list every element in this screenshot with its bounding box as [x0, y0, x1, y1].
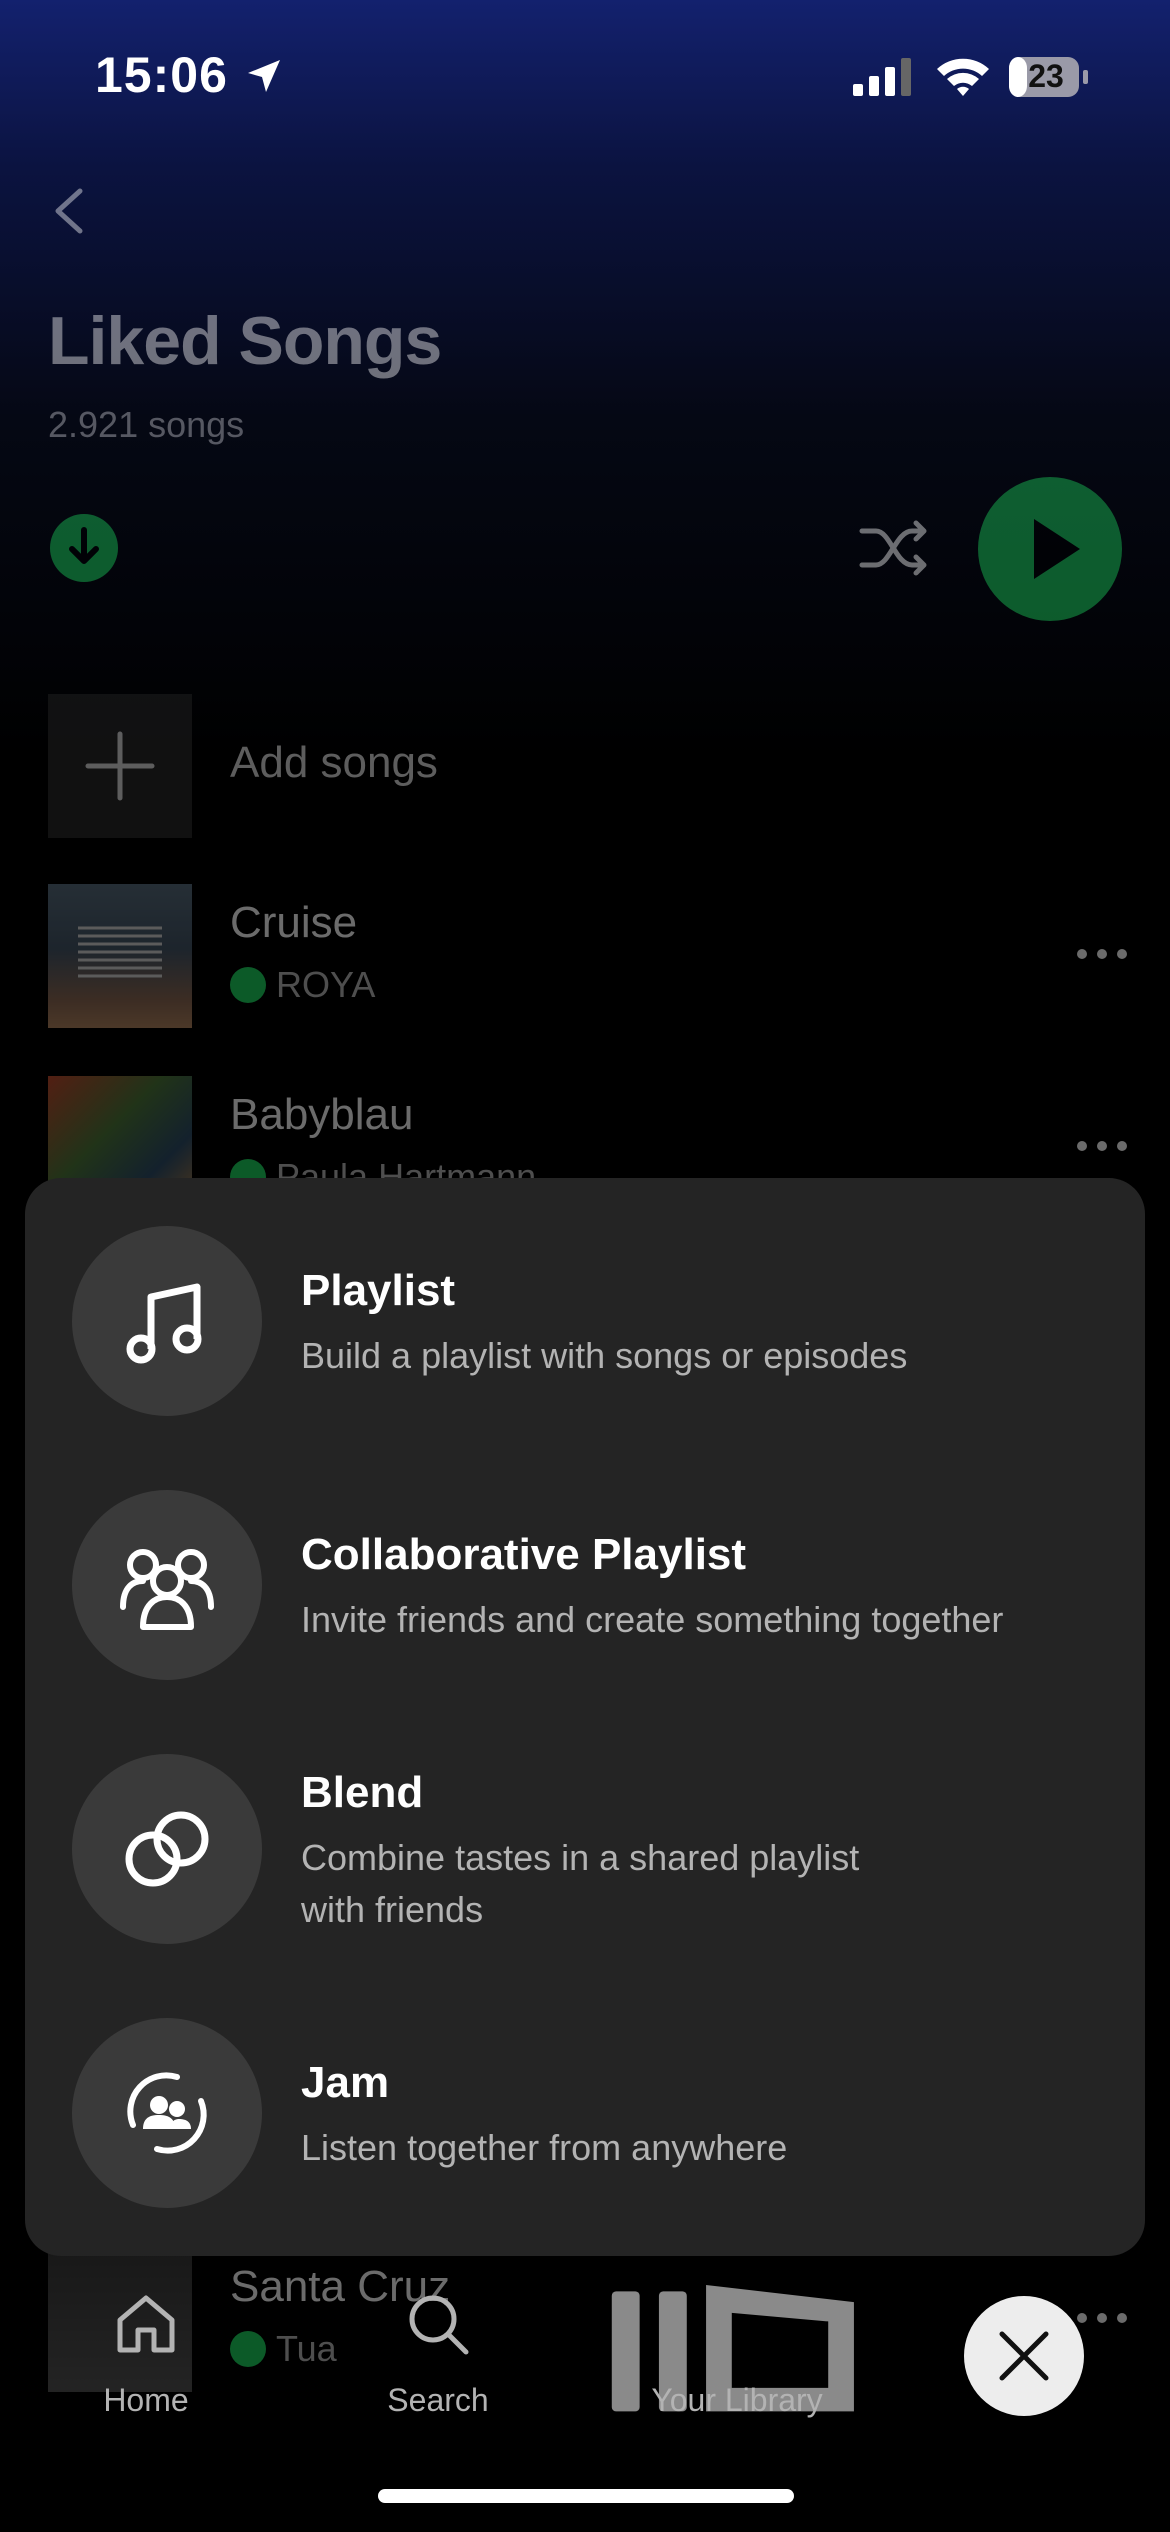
- option-description: Combine tastes in a shared playlist with…: [301, 1832, 1121, 1936]
- blend-icon: [125, 1811, 209, 1887]
- wifi-icon: [937, 58, 989, 96]
- more-options-icon[interactable]: [1076, 1140, 1128, 1152]
- collaborators-icon: [120, 1549, 214, 1630]
- battery-level: 23: [1028, 58, 1064, 94]
- option-title: Jam: [301, 2058, 390, 2107]
- track-artist: ROYA: [230, 964, 375, 1006]
- tab-your-library[interactable]: Your Library: [611, 2270, 854, 2440]
- album-art-graphic: [78, 926, 162, 978]
- track-title: Babyblau: [230, 1090, 414, 1139]
- option-description: Build a playlist with songs or episodes: [301, 1335, 908, 1376]
- play-icon: [1034, 519, 1080, 579]
- more-options-icon[interactable]: [1076, 948, 1128, 960]
- option-blend[interactable]: Blend Combine tastes in a shared playlis…: [25, 1754, 1145, 1944]
- option-description: Listen together from anywhere: [301, 2127, 788, 2168]
- option-playlist[interactable]: Playlist Build a playlist with songs or …: [25, 1226, 1145, 1416]
- add-songs-tile: [48, 694, 192, 838]
- track-title: Cruise: [230, 898, 358, 947]
- page-title: Liked Songs: [48, 303, 442, 379]
- home-indicator: [378, 2489, 794, 2503]
- tab-search[interactable]: Search: [328, 2270, 548, 2440]
- option-title: Blend: [301, 1768, 424, 1817]
- close-button[interactable]: [964, 2296, 1084, 2416]
- home-icon: [117, 2295, 175, 2353]
- location-arrow-icon: [248, 60, 280, 92]
- status-bar: 15:06 23: [0, 0, 1170, 150]
- status-time: 15:06: [95, 47, 228, 103]
- album-art: [48, 884, 192, 1028]
- playlist-icon-circle: [72, 1226, 262, 1416]
- add-songs-label: Add songs: [230, 738, 438, 787]
- play-button[interactable]: [978, 477, 1122, 621]
- option-description-line: with friends: [301, 1889, 484, 1930]
- option-description-line: Combine tastes in a shared playlist: [301, 1837, 860, 1878]
- track-row[interactable]: Cruise ROYA: [48, 884, 1128, 1028]
- jam-icon: [127, 2072, 207, 2154]
- music-note-icon: [126, 1283, 202, 1364]
- download-icon: [69, 527, 99, 564]
- option-collaborative-playlist[interactable]: Collaborative Playlist Invite friends an…: [25, 1490, 1145, 1680]
- plus-icon: [85, 731, 155, 801]
- shuffle-icon[interactable]: [858, 515, 930, 581]
- option-title: Collaborative Playlist: [301, 1530, 747, 1579]
- blend-icon-circle: [72, 1754, 262, 1944]
- tab-label: Home: [103, 2382, 189, 2418]
- option-title: Playlist: [301, 1266, 456, 1315]
- add-songs-row[interactable]: Add songs: [48, 694, 1128, 838]
- track-artist-name: ROYA: [276, 964, 376, 1005]
- jam-icon-circle: [72, 2018, 262, 2208]
- back-chevron-icon[interactable]: [50, 188, 90, 234]
- option-description: Invite friends and create something toge…: [301, 1599, 1004, 1640]
- tab-home[interactable]: Home: [36, 2270, 256, 2440]
- downloaded-icon: [230, 967, 266, 1003]
- tab-label: Your Library: [651, 2382, 823, 2418]
- search-icon: [409, 2295, 469, 2355]
- signal-icon: [853, 58, 911, 96]
- option-jam[interactable]: Jam Listen together from anywhere: [25, 2018, 1145, 2208]
- collaborative-icon-circle: [72, 1490, 262, 1680]
- download-button[interactable]: [50, 514, 118, 582]
- tab-label: Search: [387, 2382, 489, 2418]
- close-icon: [999, 2331, 1049, 2381]
- song-count: 2.921 songs: [48, 404, 245, 445]
- create-sheet: Playlist Build a playlist with songs or …: [25, 1178, 1145, 2256]
